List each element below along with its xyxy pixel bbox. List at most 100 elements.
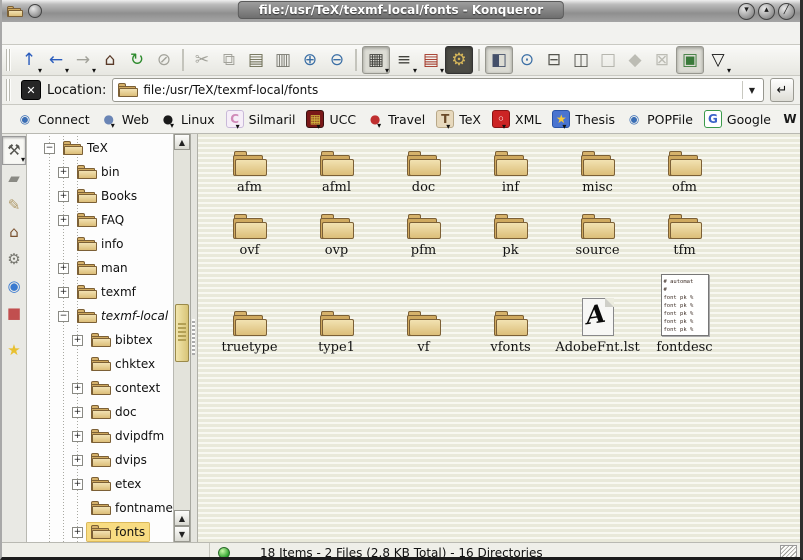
file-item-adobefnt[interactable]: A AdobeFnt.lst [554,264,641,355]
location-input[interactable]: file:/usr/TeX/texmf-local/fonts ▼ [112,78,764,102]
tree-expander[interactable]: + [72,527,83,538]
bookmark-wikipedia[interactable]: W Wikipedia ▾ [777,109,800,129]
bookmark-google[interactable]: G Google ▾ [699,108,776,130]
tree-expander[interactable]: + [58,167,69,178]
tree-item-man[interactable]: + man [27,256,173,280]
tree-expander[interactable]: + [72,407,83,418]
back-button[interactable]: ← ▾ [43,47,69,73]
bookmark-popfile[interactable]: ◉ POPFile ▾ [621,109,698,129]
split-horizontal-button[interactable]: ⊟ ▾ [541,47,567,73]
clear-location-button[interactable]: ✕ [21,80,41,100]
print-button[interactable]: ▥ ▾ [270,47,296,73]
tree-scrollbar[interactable]: ▲ ▲ ▼ [173,134,190,542]
file-item-pk[interactable]: pk [467,201,554,258]
bookmark-silmaril[interactable]: C Silmaril ▾ [221,108,301,130]
scroll-down-button[interactable]: ▼ [174,526,190,542]
go-button[interactable]: ↵ [770,78,794,102]
menu-location[interactable] [10,31,28,35]
sidebar-bookmarks-button[interactable]: ★ ▾ [3,337,25,364]
file-item-vf[interactable]: vf [380,264,467,355]
bookmark-travel[interactable]: ● Travel ▾ [362,109,430,129]
tree-expander[interactable]: + [72,335,83,346]
sidebar-network-button[interactable]: ◉ ▾ [3,273,25,300]
tree-item-dvips[interactable]: + dvips [27,448,173,472]
file-item-afm[interactable]: afm [206,138,293,195]
sidebar-history-button[interactable]: ✎ ▾ [3,192,25,219]
paste-button[interactable]: ▤ ▾ [243,47,269,73]
filter-button[interactable]: ▽ ▾ [705,47,731,73]
location-value[interactable]: file:/usr/TeX/texmf-local/fonts [143,83,737,97]
panel-splitter[interactable] [191,134,198,542]
location-dropdown-button[interactable]: ▼ [742,81,761,99]
bookmark-tex[interactable]: T TeX ▾ [431,108,486,130]
sidebar-root-button[interactable]: ■ ▾ [3,300,25,327]
file-item-inf[interactable]: inf [467,138,554,195]
bookmark-ucc[interactable]: ▦ UCC ▾ [301,108,361,130]
gear-view-button[interactable]: ⚙ ▾ [445,46,473,74]
toolbar-grip[interactable] [6,79,11,101]
minimize-button[interactable]: ▾ [738,3,755,20]
scrollbar-thumb[interactable] [175,304,189,362]
tree-item-chktex[interactable]: chktex [27,352,173,376]
reload-button[interactable]: ↻ ▾ [124,47,150,73]
sidebar-toggle-button[interactable]: ◧ ▾ [485,46,513,74]
toolbar-grip[interactable] [6,49,11,71]
file-item-source[interactable]: source [554,201,641,258]
tree-item-fonts[interactable]: + fonts [27,520,173,542]
tree-expander[interactable]: + [58,287,69,298]
tree-item-fontname[interactable]: fontname [27,496,173,520]
split-vertical-button[interactable]: ◫ ▾ [568,47,594,73]
bookmark-linux[interactable]: ● Linux ▾ [155,109,220,129]
list-view-button[interactable]: ≡ ▾ [391,47,417,73]
tree-item-texmf-local[interactable]: − texmf-local [27,304,173,328]
tree-item-tex[interactable]: − TeX [27,136,173,160]
tree-item-info[interactable]: info [27,232,173,256]
tree-item-etex[interactable]: + etex [27,472,173,496]
file-item-vfonts[interactable]: vfonts [467,264,554,355]
bookmark-xml[interactable]: ◦ XML ▾ [487,108,546,130]
menu-help[interactable] [154,31,172,35]
zoom-in-button[interactable]: ⊕ ▾ [297,47,323,73]
tree-item-dvipdfm[interactable]: + dvipdfm [27,424,173,448]
zoom-out-button[interactable]: ⊖ ▾ [324,47,350,73]
home-button[interactable]: ⌂ ▾ [97,47,123,73]
maximize-button[interactable]: ▴ [758,3,775,20]
find-file-button[interactable]: ⊙ ▾ [514,47,540,73]
resize-grip[interactable] [780,545,797,560]
tree-expander[interactable]: − [44,143,55,154]
menu-view[interactable] [46,31,64,35]
tree-expander[interactable]: − [58,311,69,322]
bookshelf-view-button[interactable]: ▤ ▾ [418,47,444,73]
file-item-afml[interactable]: afml [293,138,380,195]
tree-item-bibtex[interactable]: + bibtex [27,328,173,352]
file-item-ofm[interactable]: ofm [641,138,728,195]
up-button[interactable]: ↑ ▾ [16,47,42,73]
sidebar-eraser-button[interactable]: ▰ ▾ [3,165,25,192]
file-item-pfm[interactable]: pfm [380,201,467,258]
sidebar-config-button[interactable]: ⚒ ▾ [2,136,26,165]
file-item-doc[interactable]: doc [380,138,467,195]
tree-expander[interactable]: + [72,455,83,466]
tree-item-context[interactable]: + context [27,376,173,400]
bookmark-web[interactable]: ● Web ▾ [96,109,154,129]
tree-expander[interactable]: + [72,431,83,442]
tree-expander[interactable]: + [58,191,69,202]
scroll-up-button[interactable]: ▲ [174,134,190,150]
tree-item-texmf[interactable]: + texmf [27,280,173,304]
file-item-truetype[interactable]: truetype [206,264,293,355]
bookmark-thesis[interactable]: ★ Thesis ▾ [547,108,620,130]
titlebar[interactable]: file:/usr/TeX/texmf-local/fonts - Konque… [2,0,800,22]
tree-item-faq[interactable]: + FAQ [27,208,173,232]
file-item-fontdesc[interactable]: # automat # font pk % font pk % font pk … [641,264,728,355]
tree-item-books[interactable]: + Books [27,184,173,208]
menu-go[interactable] [64,31,82,35]
icon-view-button[interactable]: ▦ ▾ [362,46,390,74]
tree-expander[interactable]: + [58,263,69,274]
tree-item-bin[interactable]: + bin [27,160,173,184]
menu-tools[interactable] [100,31,118,35]
bookmark-connect[interactable]: ◉ Connect ▾ [12,109,95,129]
sidebar-services-button[interactable]: ⚙ ▾ [3,246,25,273]
tree-expander[interactable]: + [72,479,83,490]
menu-window[interactable] [136,31,154,35]
tree-item-doc[interactable]: + doc [27,400,173,424]
